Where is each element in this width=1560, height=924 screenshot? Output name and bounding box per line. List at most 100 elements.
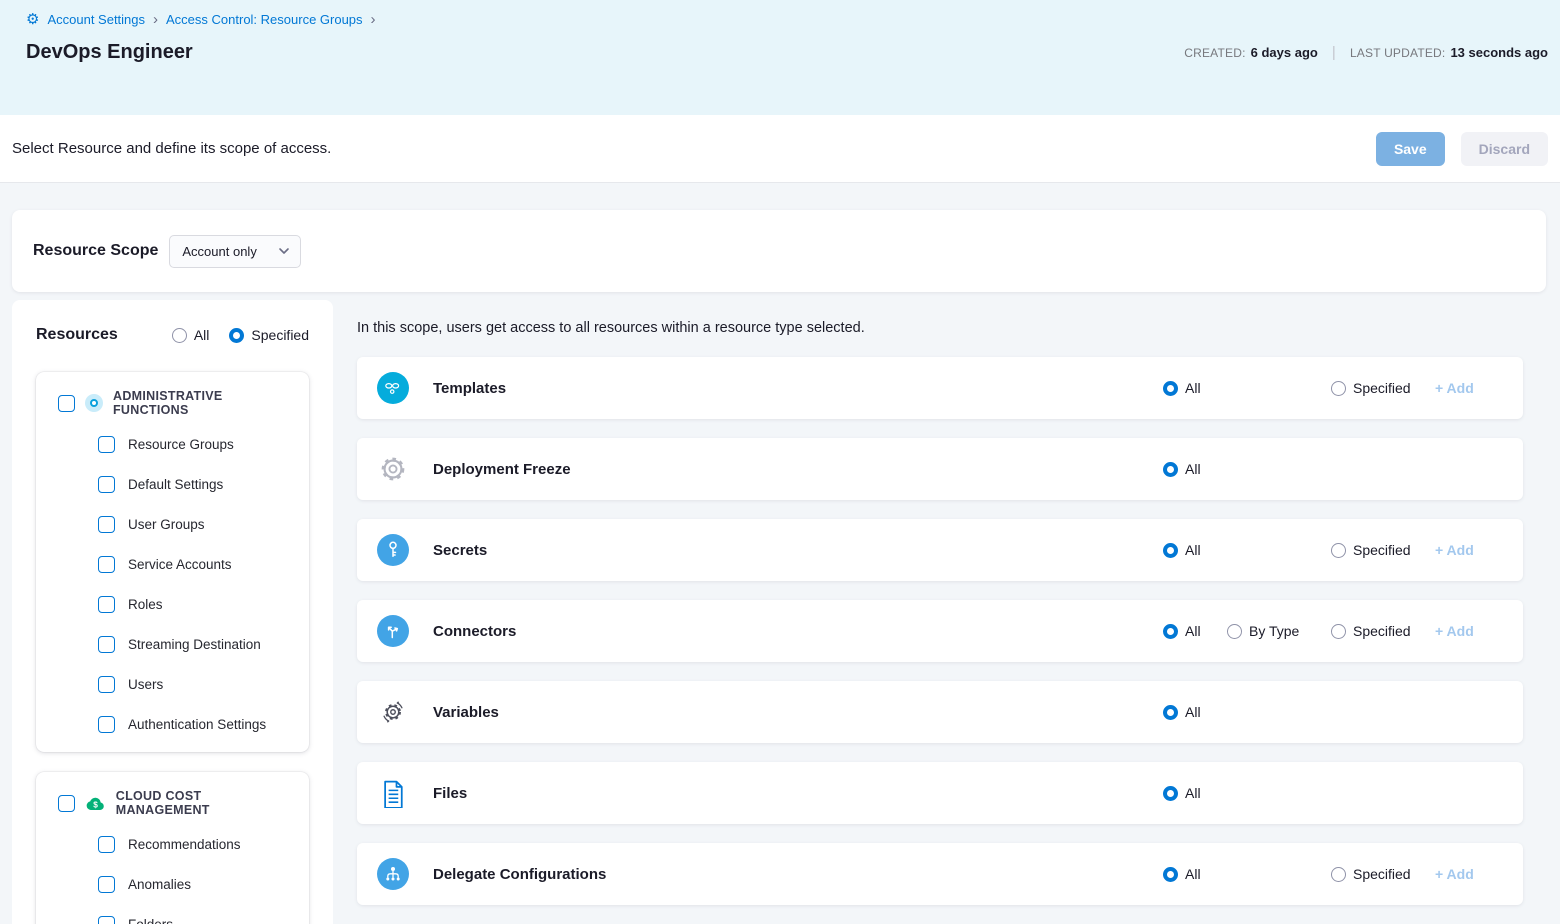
radio-selected-icon[interactable] <box>1163 462 1178 477</box>
radio-selected-icon[interactable] <box>229 328 244 343</box>
sidebar-item-anomalies[interactable]: Anomalies <box>98 864 297 904</box>
radio-unselected-icon[interactable] <box>1331 543 1346 558</box>
timestamps: CREATED: 6 days ago | LAST UPDATED: 13 s… <box>1184 44 1548 61</box>
last-updated-label: LAST UPDATED: <box>1350 46 1446 60</box>
resource-name: Secrets <box>433 542 487 559</box>
sidebar-item-streaming-destination[interactable]: Streaming Destination <box>98 624 297 664</box>
resources-radio-specified[interactable]: Specified <box>229 327 309 343</box>
radio-unselected-icon[interactable] <box>1331 381 1346 396</box>
radio-unselected-icon[interactable] <box>1227 624 1242 639</box>
resource-name: Templates <box>433 380 506 397</box>
admin-functions-icon <box>85 394 103 412</box>
created-label: CREATED: <box>1184 46 1245 60</box>
toolbar: Select Resource and define its scope of … <box>0 115 1560 183</box>
item-checkbox[interactable] <box>98 516 115 533</box>
breadcrumb-resource-groups[interactable]: Access Control: Resource Groups <box>166 12 363 27</box>
chevron-down-icon <box>278 247 290 255</box>
delegate-configurations-radio-specified[interactable]: Specified <box>1331 866 1435 882</box>
discard-button[interactable]: Discard <box>1461 132 1548 166</box>
sidebar-item-roles[interactable]: Roles <box>98 584 297 624</box>
radio-selected-icon[interactable] <box>1163 786 1178 801</box>
resources-radio-all[interactable]: All <box>172 327 210 343</box>
resource-row-files: Files All <box>357 762 1523 824</box>
breadcrumb-separator: › <box>371 12 376 27</box>
files-radio-all[interactable]: All <box>1163 785 1227 801</box>
sidebar-item-default-settings[interactable]: Default Settings <box>98 464 297 504</box>
delegate-configurations-add-link[interactable]: + Add <box>1435 866 1483 882</box>
resource-scope-dropdown[interactable]: Account only <box>169 235 301 268</box>
sidebar-item-authentication-settings[interactable]: Authentication Settings <box>98 704 297 744</box>
radio-selected-icon[interactable] <box>1163 705 1178 720</box>
connectors-radio-by-type[interactable]: By Type <box>1227 623 1331 639</box>
templates-icon <box>377 372 409 404</box>
timestamp-divider: | <box>1332 44 1336 61</box>
templates-radio-all[interactable]: All <box>1163 380 1227 396</box>
radio-selected-icon[interactable] <box>1163 381 1178 396</box>
resource-scope-label: Resource Scope <box>33 242 158 260</box>
radio-selected-icon[interactable] <box>1163 543 1178 558</box>
item-checkbox[interactable] <box>98 596 115 613</box>
scope-info-text: In this scope, users get access to all r… <box>357 320 1523 336</box>
sidebar-item-recommendations[interactable]: Recommendations <box>98 824 297 864</box>
group-administrative-functions: ADMINISTRATIVE FUNCTIONS Resource Groups… <box>36 372 309 752</box>
item-checkbox[interactable] <box>98 916 115 924</box>
toolbar-description: Select Resource and define its scope of … <box>12 140 331 157</box>
resource-row-templates: Templates All Specified + Add <box>357 357 1523 419</box>
radio-selected-icon[interactable] <box>1163 624 1178 639</box>
settings-gear-icon: ⚙ <box>26 12 39 27</box>
secrets-add-link[interactable]: + Add <box>1435 542 1483 558</box>
item-checkbox[interactable] <box>98 436 115 453</box>
breadcrumb-separator: › <box>153 12 158 27</box>
radio-unselected-icon[interactable] <box>1331 867 1346 882</box>
resource-name: Connectors <box>433 623 516 640</box>
save-button[interactable]: Save <box>1376 132 1445 166</box>
connectors-add-link[interactable]: + Add <box>1435 623 1483 639</box>
svg-text:$: $ <box>93 800 98 809</box>
resource-name: Deployment Freeze <box>433 461 571 478</box>
sidebar-item-service-accounts[interactable]: Service Accounts <box>98 544 297 584</box>
radio-selected-icon[interactable] <box>1163 867 1178 882</box>
item-checkbox[interactable] <box>98 556 115 573</box>
secrets-radio-all[interactable]: All <box>1163 542 1227 558</box>
connectors-radio-all[interactable]: All <box>1163 623 1227 639</box>
item-checkbox[interactable] <box>98 716 115 733</box>
variables-icon <box>377 696 409 728</box>
templates-add-link[interactable]: + Add <box>1435 380 1483 396</box>
resource-scope-selected-value: Account only <box>182 244 256 259</box>
resource-row-deployment-freeze: Deployment Freeze All <box>357 438 1523 500</box>
variables-radio-all[interactable]: All <box>1163 704 1227 720</box>
group-checkbox[interactable] <box>58 795 75 812</box>
resource-row-delegate-configurations: Delegate Configurations All Specified + … <box>357 843 1523 905</box>
item-checkbox[interactable] <box>98 876 115 893</box>
item-checkbox[interactable] <box>98 676 115 693</box>
resource-name: Delegate Configurations <box>433 866 606 883</box>
last-updated-value: 13 seconds ago <box>1450 45 1548 60</box>
sidebar-item-user-groups[interactable]: User Groups <box>98 504 297 544</box>
sidebar-item-users[interactable]: Users <box>98 664 297 704</box>
resources-title: Resources <box>36 326 118 344</box>
page-header: ⚙ Account Settings › Access Control: Res… <box>0 0 1560 115</box>
deployment-freeze-icon <box>377 453 409 485</box>
group-checkbox[interactable] <box>58 395 75 412</box>
sidebar-item-folders[interactable]: Folders <box>98 904 297 924</box>
connectors-icon <box>377 615 409 647</box>
secrets-icon <box>377 534 409 566</box>
breadcrumb-account-settings[interactable]: Account Settings <box>47 12 145 27</box>
deployment-freeze-radio-all[interactable]: All <box>1163 461 1227 477</box>
item-checkbox[interactable] <box>98 836 115 853</box>
secrets-radio-specified[interactable]: Specified <box>1331 542 1435 558</box>
group-label: CLOUD COST MANAGEMENT <box>116 789 297 817</box>
item-checkbox[interactable] <box>98 476 115 493</box>
item-checkbox[interactable] <box>98 636 115 653</box>
radio-unselected-icon[interactable] <box>172 328 187 343</box>
resource-row-connectors: Connectors All By Type Specified + Add <box>357 600 1523 662</box>
resource-row-variables: Variables All <box>357 681 1523 743</box>
sidebar-item-resource-groups[interactable]: Resource Groups <box>98 424 297 464</box>
resource-type-list: In this scope, users get access to all r… <box>333 300 1560 924</box>
resources-sidebar: Resources All Specified ADMINISTRATIVE F… <box>12 300 333 924</box>
templates-radio-specified[interactable]: Specified <box>1331 380 1435 396</box>
radio-unselected-icon[interactable] <box>1331 624 1346 639</box>
connectors-radio-specified[interactable]: Specified <box>1331 623 1435 639</box>
delegate-configurations-radio-all[interactable]: All <box>1163 866 1227 882</box>
resource-scope-card: Resource Scope Account only <box>12 210 1546 292</box>
